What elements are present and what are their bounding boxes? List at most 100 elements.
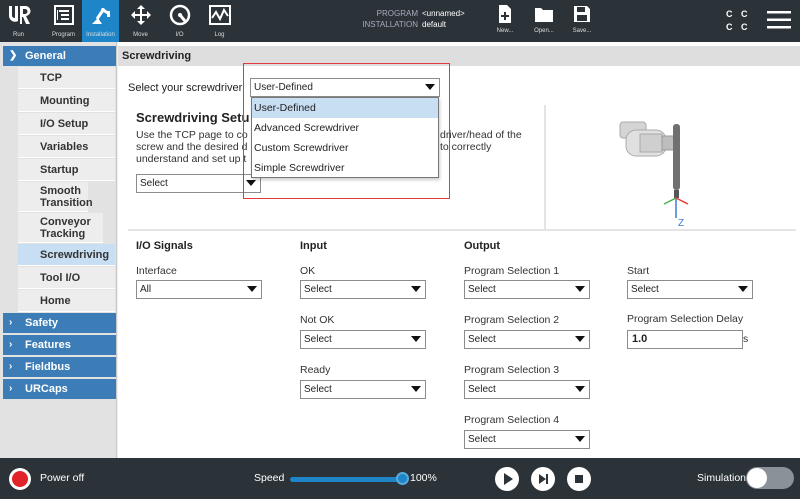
speed-value: 100% — [410, 472, 437, 484]
chevron-right-icon: › — [9, 339, 13, 350]
interface-label: Interface — [136, 265, 177, 277]
save-button[interactable]: Save... — [564, 4, 600, 34]
sidebar-group-safety[interactable]: › Safety — [3, 313, 116, 333]
program-selection-delay-input[interactable]: 1.0 — [627, 330, 743, 349]
chevron-down-icon — [575, 336, 585, 342]
sidebar-group-fieldbus[interactable]: › Fieldbus — [3, 357, 116, 377]
play-icon — [504, 473, 513, 485]
save-icon — [572, 6, 592, 27]
io-tab[interactable]: I/O — [161, 0, 198, 42]
installation-key: INSTALLATION — [362, 20, 418, 29]
chevron-down-icon — [575, 436, 585, 442]
start-select-value: Select — [631, 284, 659, 295]
sidebar-group-urcaps[interactable]: › URCaps — [3, 379, 116, 399]
sidebar-item-io-setup[interactable]: I/O Setup — [18, 113, 115, 135]
interface-select[interactable]: All — [136, 280, 262, 299]
input-ready-select[interactable]: Select — [300, 380, 426, 399]
top-bar: Run Program Installation Move I/O Log PR… — [0, 0, 800, 42]
installation-tab-label: Installation — [86, 32, 115, 38]
installation-tab[interactable]: Installation — [82, 0, 119, 42]
speed-label: Speed — [254, 472, 285, 484]
save-button-label: Save... — [572, 28, 592, 34]
installation-icon — [82, 0, 119, 30]
dropdown-option-simple-screwdriver[interactable]: Simple Screwdriver — [252, 158, 438, 178]
sidebar-item-label: Tool I/O — [40, 271, 81, 284]
move-tab[interactable]: Move — [122, 0, 159, 42]
open-button[interactable]: Open... — [526, 4, 562, 34]
stop-button[interactable] — [567, 467, 591, 491]
program-tab-label: Program — [51, 32, 75, 38]
sidebar-item-screwdriving[interactable]: Screwdriving — [18, 244, 115, 266]
sidebar-item-label: Variables — [40, 140, 89, 153]
chevron-down-icon — [247, 286, 257, 292]
input-ok-label: OK — [300, 265, 316, 277]
input-not-ok-select[interactable]: Select — [300, 330, 426, 349]
output-ps4-label: Program Selection 4 — [464, 414, 560, 426]
interface-select-value: All — [140, 284, 152, 295]
stop-icon — [575, 475, 583, 483]
output-ps2-select[interactable]: Select — [464, 330, 590, 349]
io-tab-label: I/O — [175, 32, 184, 38]
sidebar-item-tool-io[interactable]: Tool I/O — [18, 267, 115, 289]
power-off-label[interactable]: Power off — [40, 472, 84, 484]
dropdown-option-custom-screwdriver[interactable]: Custom Screwdriver — [252, 138, 438, 158]
dropdown-option-advanced-screwdriver[interactable]: Advanced Screwdriver — [252, 118, 438, 138]
start-select[interactable]: Select — [627, 280, 753, 299]
chevron-right-icon: › — [9, 383, 13, 394]
sidebar-group-features[interactable]: › Features — [3, 335, 116, 355]
chevron-down-icon — [411, 386, 421, 392]
sidebar-item-label: Screwdriving — [40, 248, 110, 261]
setup-desc-line2-left: screw and the desired d — [136, 141, 248, 153]
speed-slider-handle[interactable] — [396, 472, 409, 485]
dropdown-option-user-defined[interactable]: User-Defined — [252, 98, 438, 118]
sidebar-item-conveyor-tracking[interactable]: Conveyor Tracking — [18, 213, 103, 243]
sidebar-item-smooth-transition[interactable]: Smooth Transition — [18, 182, 93, 212]
sidebar-item-label: Home — [40, 294, 71, 307]
output-ps4-value: Select — [468, 434, 496, 445]
divider — [544, 105, 546, 229]
sidebar-item-mounting[interactable]: Mounting — [18, 90, 115, 112]
page-title: Screwdriving — [118, 46, 800, 66]
output-ps4-select[interactable]: Select — [464, 430, 590, 449]
output-ps3-value: Select — [468, 384, 496, 395]
chevron-right-icon: › — [9, 361, 13, 372]
sidebar-item-startup[interactable]: Startup — [18, 159, 115, 181]
step-button[interactable] — [531, 467, 555, 491]
screwdriver-tool-image: Z — [618, 106, 728, 229]
sidebar-item-home[interactable]: Home — [18, 290, 115, 312]
control-status: C C C C — [726, 8, 751, 34]
simulation-toggle[interactable] — [746, 467, 794, 489]
input-ready-value: Select — [304, 384, 332, 395]
play-button[interactable] — [495, 467, 519, 491]
log-tab[interactable]: Log — [201, 0, 238, 42]
control-status-top: C C — [726, 9, 751, 19]
open-folder-icon — [534, 8, 554, 27]
sidebar-group-general[interactable]: ❯ General — [3, 46, 116, 66]
run-tab[interactable]: Run — [0, 0, 37, 42]
run-tab-label: Run — [12, 32, 24, 38]
input-ok-select[interactable]: Select — [300, 280, 426, 299]
chevron-down-icon: ❯ — [9, 50, 18, 61]
output-ps1-label: Program Selection 1 — [464, 265, 560, 277]
chevron-right-icon: › — [9, 317, 13, 328]
sidebar-group-label: Fieldbus — [25, 361, 71, 373]
power-icon[interactable] — [9, 468, 31, 490]
sidebar-item-label: Smooth Transition — [40, 184, 93, 209]
sidebar-item-tcp[interactable]: TCP — [18, 67, 115, 89]
program-tab[interactable]: Program — [45, 0, 82, 42]
simulation-label: Simulation — [697, 472, 747, 484]
sidebar-item-variables[interactable]: Variables — [18, 136, 115, 158]
screwdriver-select-label: Select your screwdriver — [128, 82, 243, 94]
main-panel: Screwdriving Select your screwdriver Use… — [118, 42, 800, 458]
output-ps3-select[interactable]: Select — [464, 380, 590, 399]
hamburger-menu-icon[interactable] — [767, 10, 791, 30]
installation-name: default — [422, 20, 447, 29]
output-ps1-select[interactable]: Select — [464, 280, 590, 299]
output-ps2-value: Select — [468, 334, 496, 345]
program-selection-delay-label: Program Selection Delay — [627, 313, 744, 325]
input-not-ok-label: Not OK — [300, 314, 335, 326]
step-icon — [539, 474, 548, 484]
z-axis-label: Z — [678, 218, 684, 228]
speed-slider-track[interactable] — [290, 477, 402, 482]
new-button[interactable]: New... — [487, 4, 523, 34]
